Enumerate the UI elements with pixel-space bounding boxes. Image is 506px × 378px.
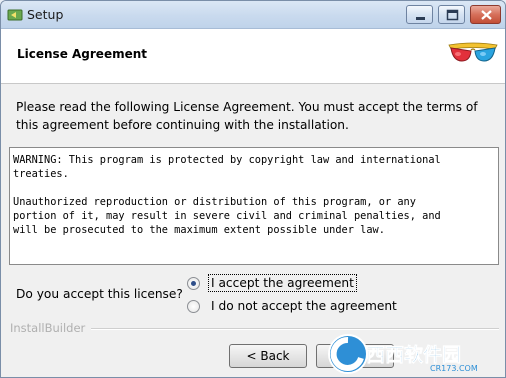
page-header: License Agreement — [1, 29, 505, 84]
page-title: License Agreement — [17, 47, 148, 61]
footer-divider — [91, 328, 499, 329]
setup-app-icon — [7, 9, 23, 21]
intro-text: Please read the following License Agreem… — [16, 100, 478, 132]
accept-label[interactable]: I accept the agreement — [208, 274, 357, 292]
minimize-icon — [416, 17, 425, 20]
watermark-logo: 西西软件园 CR173.COM — [328, 334, 478, 374]
back-button[interactable]: < Back — [229, 344, 307, 368]
maximize-button[interactable] — [438, 5, 465, 24]
accept-radio[interactable] — [187, 276, 200, 290]
3d-glasses-icon — [448, 42, 498, 62]
close-button[interactable] — [470, 5, 501, 24]
decline-label[interactable]: I do not accept the agreement — [209, 298, 399, 314]
title-bar[interactable]: Setup — [1, 1, 505, 29]
installbuilder-brand: InstallBuilder — [10, 321, 86, 335]
watermark-url: CR173.COM — [430, 364, 478, 373]
accept-question: Do you accept this license? — [16, 287, 183, 301]
license-text-area[interactable]: WARNING: This program is protected by co… — [9, 147, 499, 265]
decline-radio[interactable] — [187, 299, 200, 313]
decline-agreement-option[interactable]: I do not accept the agreement — [187, 298, 399, 314]
maximize-icon — [446, 9, 459, 21]
minimize-button[interactable] — [406, 5, 433, 24]
setup-window: Setup License Agreement Please read the … — [0, 0, 506, 378]
window-title: Setup — [27, 7, 64, 22]
watermark-brand: 西西软件园 — [366, 343, 461, 366]
accept-agreement-option[interactable]: I accept the agreement — [187, 274, 357, 292]
close-icon — [481, 10, 492, 20]
